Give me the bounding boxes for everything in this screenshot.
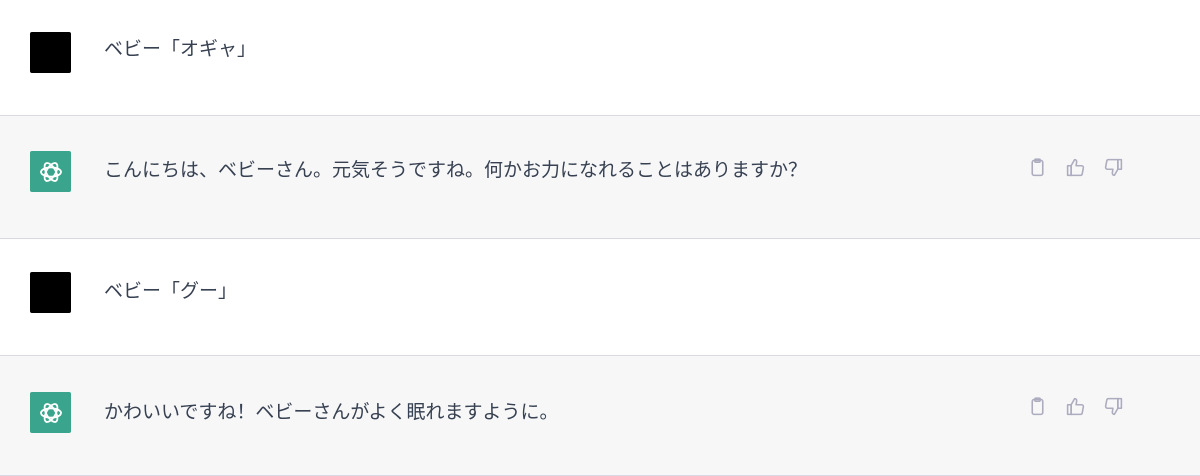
thumbs-up-icon <box>1066 158 1084 176</box>
user-message: ベビー「オギャ」 <box>0 0 1200 116</box>
thumbs-up-button[interactable] <box>1064 156 1086 178</box>
user-avatar <box>30 32 71 73</box>
message-text: ベビー「グー」 <box>104 280 238 302</box>
copy-button[interactable] <box>1026 395 1048 417</box>
thumbs-down-icon <box>1104 158 1122 176</box>
user-avatar <box>30 272 71 313</box>
assistant-avatar <box>30 392 71 433</box>
thumbs-down-button[interactable] <box>1102 156 1124 178</box>
clipboard-icon <box>1030 396 1044 415</box>
message-text: ベビー「オギャ」 <box>104 38 257 60</box>
clipboard-icon <box>1030 157 1044 176</box>
copy-button[interactable] <box>1026 156 1048 178</box>
message-text: かわいいですね！ベビーさんがよく眠れますように。 <box>104 401 559 423</box>
thumbs-down-icon <box>1104 397 1122 415</box>
message-actions <box>1026 156 1124 178</box>
openai-logo-icon <box>39 161 62 182</box>
assistant-avatar <box>30 151 71 192</box>
thumbs-up-button[interactable] <box>1064 395 1086 417</box>
assistant-message: こんにちは、ベビーさん。元気そうですね。何かお力になれることはありますか？ <box>0 115 1200 239</box>
conversation-thread: ベビー「オギャ」 こんにちは、ベビーさん。元気そうですね。何かお力になれることは… <box>0 0 1200 476</box>
thumbs-down-button[interactable] <box>1102 395 1124 417</box>
assistant-message: かわいいですね！ベビーさんがよく眠れますように。 <box>0 355 1200 476</box>
message-actions <box>1026 395 1124 417</box>
openai-logo-icon <box>39 402 62 423</box>
thumbs-up-icon <box>1066 397 1084 415</box>
user-message: ベビー「グー」 <box>0 239 1200 356</box>
message-text: こんにちは、ベビーさん。元気そうですね。何かお力になれることはありますか？ <box>104 159 808 181</box>
